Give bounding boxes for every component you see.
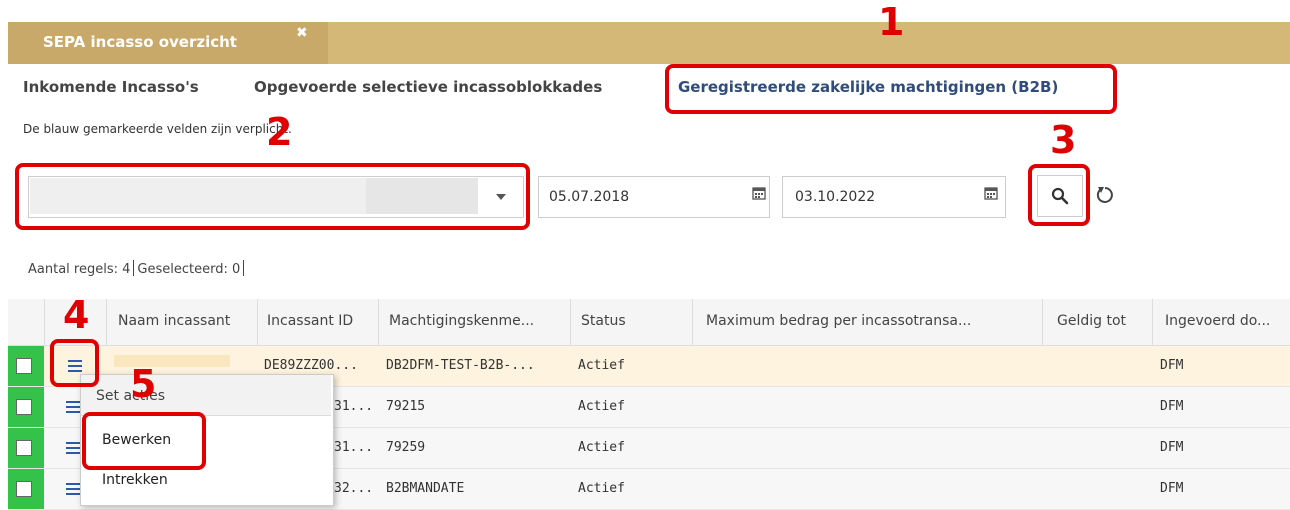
cell-ingevoerd-door: DFM: [1160, 440, 1184, 455]
cell-incassant-id: 31...: [334, 399, 374, 414]
cell-status: Actief: [578, 399, 625, 414]
row-checkbox[interactable]: [16, 481, 32, 497]
cell-status: Actief: [578, 358, 625, 373]
cell-ingevoerd-door: DFM: [1160, 358, 1184, 373]
cell-incassant-id: 31...: [334, 440, 374, 455]
column-header[interactable]: Ingevoerd do...: [1165, 313, 1270, 329]
refresh-icon[interactable]: [1094, 184, 1116, 206]
menu-icon[interactable]: [66, 442, 80, 454]
annotation-box-5: [82, 412, 206, 470]
annotation-box-1: [665, 64, 1117, 114]
subtab-inkomende-incassos[interactable]: Inkomende Incasso's: [23, 78, 199, 96]
required-hint: De blauw gemarkeerde velden zijn verplic…: [23, 122, 292, 136]
row-counts: Aantal regels: 4 Geselecteerd: 0: [28, 260, 245, 277]
rows-count: Aantal regels: 4: [28, 262, 131, 277]
column-header[interactable]: Geldig tot: [1057, 313, 1126, 329]
annotation-number-2: 2: [266, 110, 293, 154]
annotation-box-4: [50, 339, 99, 387]
menu-icon[interactable]: [66, 483, 80, 495]
menu-item-intrekken[interactable]: Intrekken: [102, 472, 168, 488]
cell-machtigingskenmerk: 79259: [386, 440, 426, 455]
annotation-box-2: [15, 163, 530, 230]
calendar-icon[interactable]: [984, 186, 998, 200]
tab-title: SEPA incasso overzicht: [43, 33, 237, 51]
cell-machtigingskenmerk: DB2DFM-TEST-B2B-...: [386, 358, 535, 373]
cell-incassant-id: 32...: [334, 481, 374, 496]
row-checkbox[interactable]: [16, 399, 32, 415]
cell-ingevoerd-door: DFM: [1160, 481, 1184, 496]
column-header[interactable]: Naam incassant: [118, 313, 230, 329]
menu-icon[interactable]: [66, 401, 80, 413]
subtab-incassoblokkades[interactable]: Opgevoerde selectieve incassoblokkades: [254, 78, 602, 96]
calendar-icon[interactable]: [752, 186, 766, 200]
date-from-value: 05.07.2018: [549, 189, 630, 205]
date-to-value: 03.10.2022: [795, 189, 876, 205]
cell-machtigingskenmerk: 79215: [386, 399, 426, 414]
annotation-number-1: 1: [878, 0, 905, 44]
cell-status: Actief: [578, 440, 625, 455]
annotation-number-4: 4: [63, 293, 90, 337]
selected-count: Geselecteerd: 0: [137, 262, 241, 277]
cell-machtigingskenmerk: B2BMANDATE: [386, 481, 465, 496]
annotation-box-3: [1028, 164, 1090, 226]
cell-incassant-id: DE89ZZZ00...: [264, 358, 358, 373]
row-checkbox[interactable]: [16, 358, 32, 374]
row-checkbox[interactable]: [16, 440, 32, 456]
column-header[interactable]: Maximum bedrag per incassotransa...: [706, 313, 971, 329]
column-header[interactable]: Incassant ID: [267, 313, 353, 329]
close-icon[interactable]: ✖: [296, 25, 308, 41]
annotation-number-3: 3: [1050, 118, 1077, 162]
cell-ingevoerd-door: DFM: [1160, 399, 1184, 414]
column-header[interactable]: Machtigingskenme...: [389, 313, 534, 329]
column-header[interactable]: Status: [581, 313, 626, 329]
cell-status: Actief: [578, 481, 625, 496]
annotation-number-5: 5: [130, 362, 157, 406]
